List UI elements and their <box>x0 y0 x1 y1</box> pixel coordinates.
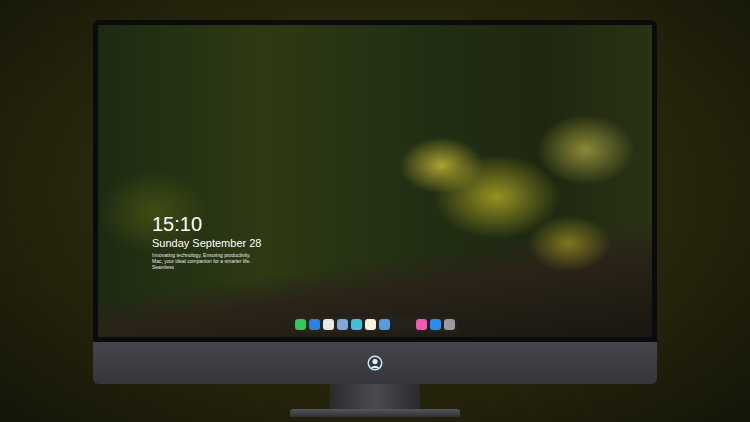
lock-clock: 15:10 Sunday September 28 Innovating tec… <box>98 25 652 270</box>
clock-date: Sunday September 28 <box>152 237 652 250</box>
clock-time: 15:10 <box>152 213 652 235</box>
app-icon[interactable] <box>430 319 441 330</box>
app-icon[interactable] <box>323 319 334 330</box>
monitor: 15:10 Sunday September 28 Innovating tec… <box>93 20 657 417</box>
dock-separator <box>393 319 413 330</box>
app-icon[interactable] <box>444 319 455 330</box>
app-icon[interactable] <box>379 319 390 330</box>
app-icon[interactable] <box>337 319 348 330</box>
app-icon[interactable] <box>351 319 362 330</box>
dock <box>291 317 459 332</box>
tagline: Innovating technology, Ensuring producti… <box>152 252 262 270</box>
app-icon[interactable] <box>365 319 376 330</box>
desktop-screen: 15:10 Sunday September 28 Innovating tec… <box>98 25 652 337</box>
app-icon[interactable] <box>416 319 427 330</box>
monitor-stand-neck <box>330 384 420 409</box>
screen-bezel: 15:10 Sunday September 28 Innovating tec… <box>93 20 657 342</box>
logo-icon <box>367 355 383 371</box>
app-icon[interactable] <box>295 319 306 330</box>
monitor-stand-base <box>290 409 460 417</box>
app-icon[interactable] <box>309 319 320 330</box>
monitor-chin <box>93 342 657 384</box>
